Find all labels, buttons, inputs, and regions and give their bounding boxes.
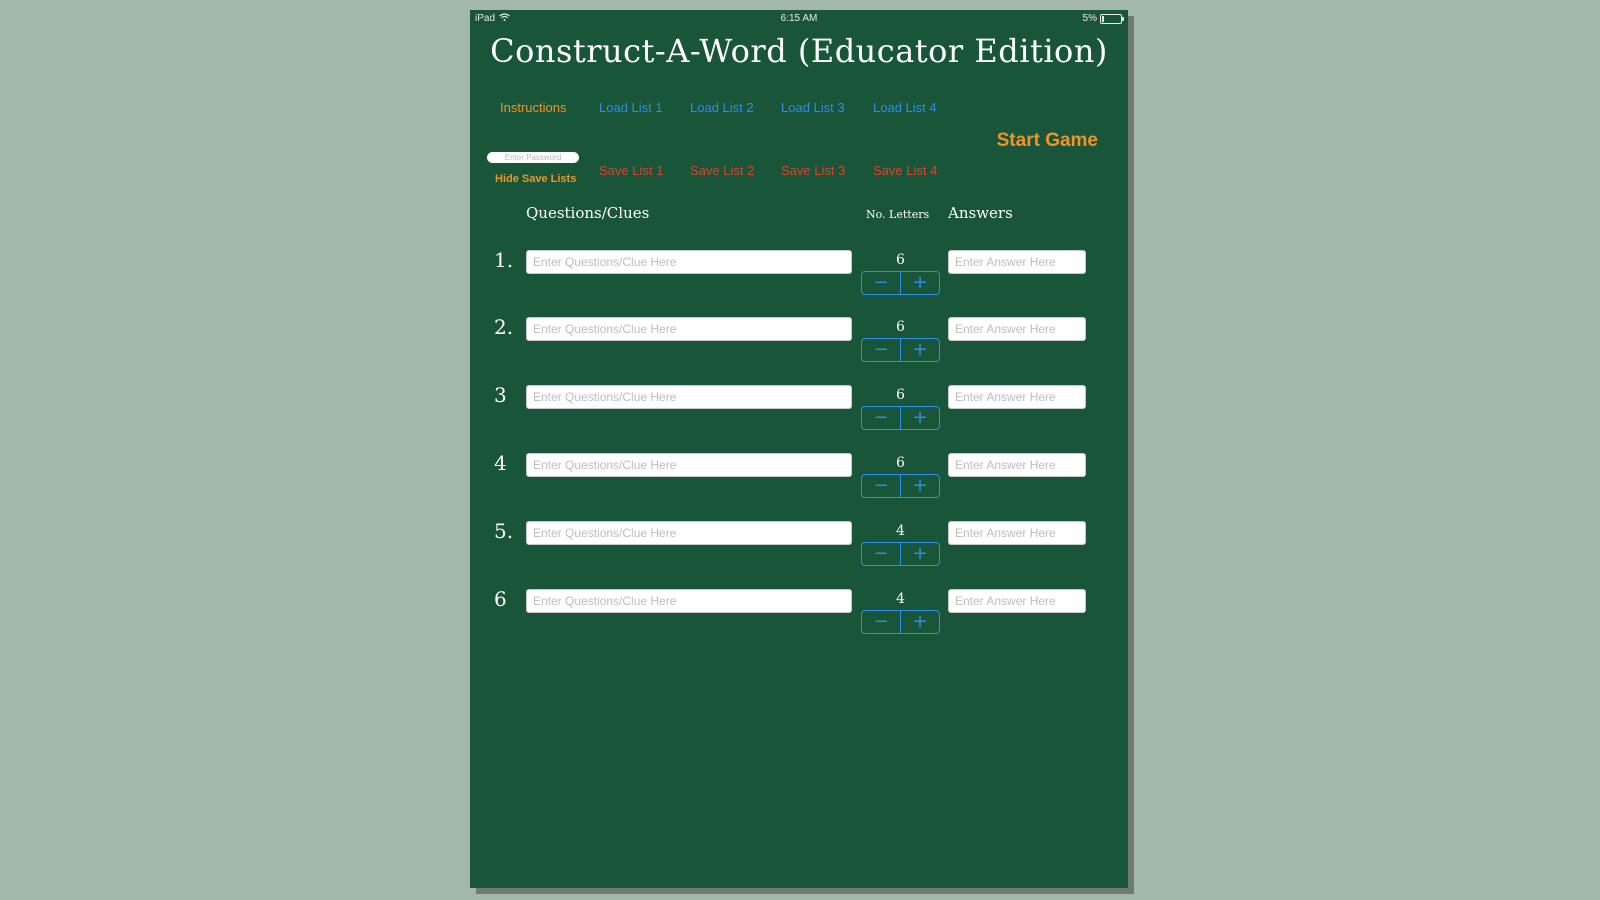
- save-list-3-button[interactable]: Save List 3: [781, 163, 845, 178]
- answer-input[interactable]: [948, 453, 1086, 477]
- decrement-button[interactable]: −: [862, 475, 901, 497]
- question-row: 1. 6 − +: [470, 248, 1128, 298]
- row-number: 1.: [494, 248, 514, 272]
- decrement-button[interactable]: −: [862, 611, 901, 633]
- letter-count-stepper: − +: [861, 474, 940, 498]
- answer-input[interactable]: [948, 317, 1086, 341]
- row-number: 6: [494, 587, 507, 611]
- instructions-button[interactable]: Instructions: [500, 100, 566, 115]
- ipad-screen: iPad 6:15 AM 5% Construct-A-Word (Educat…: [470, 10, 1128, 888]
- question-row: 5. 4 − +: [470, 519, 1128, 569]
- answer-input[interactable]: [948, 521, 1086, 545]
- increment-button[interactable]: +: [901, 272, 939, 294]
- load-list-3-button[interactable]: Load List 3: [781, 100, 845, 115]
- decrement-button[interactable]: −: [862, 407, 901, 429]
- question-row: 3 6 − +: [470, 383, 1128, 433]
- decrement-button[interactable]: −: [862, 543, 901, 565]
- increment-button[interactable]: +: [901, 611, 939, 633]
- question-input[interactable]: [526, 453, 852, 477]
- decrement-button[interactable]: −: [862, 272, 901, 294]
- question-input[interactable]: [526, 250, 852, 274]
- save-list-4-button[interactable]: Save List 4: [873, 163, 937, 178]
- letter-count: 6: [896, 252, 905, 268]
- increment-button[interactable]: +: [901, 339, 939, 361]
- question-input[interactable]: [526, 385, 852, 409]
- status-bar: iPad 6:15 AM 5%: [470, 10, 1128, 28]
- letter-count: 4: [896, 591, 905, 607]
- question-row: 2. 6 − +: [470, 315, 1128, 365]
- increment-button[interactable]: +: [901, 543, 939, 565]
- status-time: 6:15 AM: [780, 13, 818, 24]
- letter-count: 4: [896, 523, 905, 539]
- password-field[interactable]: [487, 152, 579, 163]
- save-list-2-button[interactable]: Save List 2: [690, 163, 754, 178]
- letter-count: 6: [896, 319, 905, 335]
- load-list-1-button[interactable]: Load List 1: [599, 100, 663, 115]
- start-game-button[interactable]: Start Game: [997, 130, 1098, 152]
- question-row: 4 6 − +: [470, 451, 1128, 501]
- row-number: 3: [494, 383, 507, 407]
- status-right: 5%: [1082, 13, 1124, 24]
- answer-input[interactable]: [948, 250, 1086, 274]
- letter-count-stepper: − +: [861, 271, 940, 295]
- question-input[interactable]: [526, 589, 852, 613]
- decrement-button[interactable]: −: [862, 339, 901, 361]
- increment-button[interactable]: +: [901, 407, 939, 429]
- answer-input[interactable]: [948, 385, 1086, 409]
- question-input[interactable]: [526, 521, 852, 545]
- battery-icon: [1100, 13, 1124, 24]
- row-number: 5.: [494, 519, 514, 543]
- battery-percent: 5%: [1082, 13, 1097, 24]
- question-row: 6 4 − +: [470, 587, 1128, 637]
- load-list-2-button[interactable]: Load List 2: [690, 100, 754, 115]
- letter-count-stepper: − +: [861, 406, 940, 430]
- app-title: Construct-A-Word (Educator Edition): [490, 32, 1108, 70]
- question-input[interactable]: [526, 317, 852, 341]
- row-number: 4: [494, 451, 507, 475]
- letter-count: 6: [896, 455, 905, 471]
- letter-count-stepper: − +: [861, 338, 940, 362]
- hide-save-lists-button[interactable]: Hide Save Lists: [495, 173, 576, 185]
- load-list-4-button[interactable]: Load List 4: [873, 100, 937, 115]
- letters-column-header: No. Letters: [866, 208, 930, 221]
- letter-count-stepper: − +: [861, 610, 940, 634]
- letter-count-stepper: − +: [861, 542, 940, 566]
- save-list-1-button[interactable]: Save List 1: [599, 163, 663, 178]
- questions-column-header: Questions/Clues: [526, 204, 650, 222]
- row-number: 2.: [494, 315, 514, 339]
- answer-input[interactable]: [948, 589, 1086, 613]
- letter-count: 6: [896, 387, 905, 403]
- answers-column-header: Answers: [948, 204, 1013, 222]
- increment-button[interactable]: +: [901, 475, 939, 497]
